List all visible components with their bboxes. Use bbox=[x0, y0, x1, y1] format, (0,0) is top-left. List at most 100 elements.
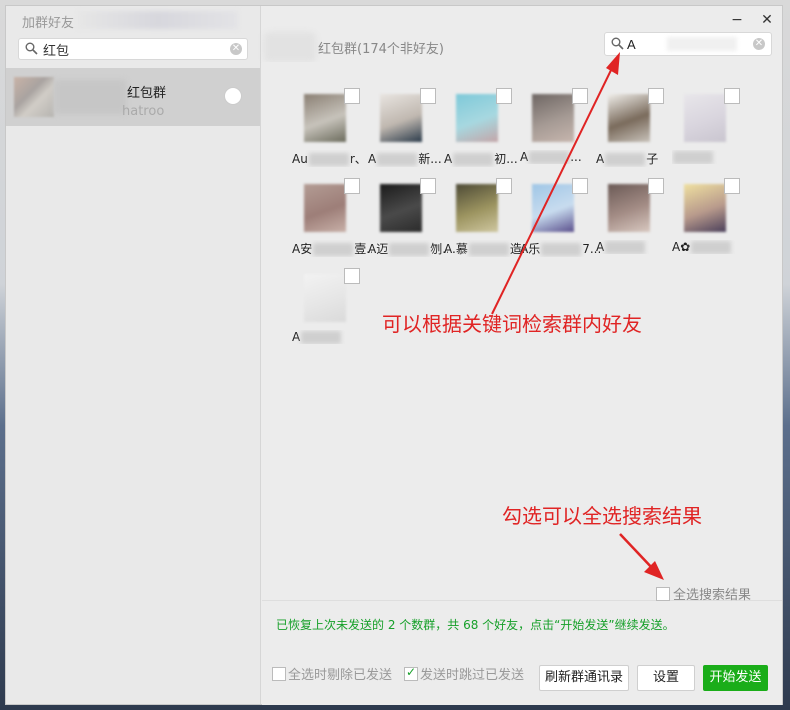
remove-sent-checkbox[interactable] bbox=[272, 667, 286, 681]
member-checkbox[interactable] bbox=[724, 178, 740, 194]
blurred-name bbox=[389, 243, 430, 256]
member-checkbox[interactable] bbox=[344, 88, 360, 104]
member-name-prefix: A bbox=[292, 330, 301, 344]
member-checkbox[interactable] bbox=[724, 88, 740, 104]
member-name: A bbox=[596, 240, 676, 254]
member-name: A安壹... bbox=[292, 240, 372, 257]
member-search-box[interactable]: ✕ bbox=[604, 32, 772, 56]
group-avatar bbox=[14, 77, 54, 117]
clear-search-icon[interactable]: ✕ bbox=[753, 38, 765, 50]
remove-sent-label: 全选时剔除已发送 bbox=[288, 668, 393, 683]
group-name: 红包群 bbox=[127, 86, 167, 101]
member-name: Au r、 bbox=[292, 150, 372, 167]
member-name-prefix: A bbox=[596, 240, 605, 254]
start-send-button[interactable]: 开始发送 bbox=[703, 665, 768, 691]
group-list-panel: 加群好友 ✕ 红包群 hatroo bbox=[6, 6, 261, 704]
member-name-prefix: A乐 bbox=[520, 242, 541, 256]
member-item[interactable] bbox=[672, 88, 748, 170]
member-name-prefix: A迈 bbox=[368, 242, 389, 256]
member-checkbox[interactable] bbox=[496, 178, 512, 194]
member-checkbox[interactable] bbox=[572, 88, 588, 104]
member-avatar bbox=[684, 184, 726, 232]
group-select-radio[interactable] bbox=[224, 87, 242, 105]
member-avatar bbox=[532, 184, 574, 232]
minimize-button[interactable]: − bbox=[728, 13, 746, 28]
member-checkbox[interactable] bbox=[420, 88, 436, 104]
member-name: A 新... bbox=[368, 150, 448, 167]
member-item[interactable]: A乐 7... bbox=[520, 178, 600, 260]
remove-sent-option[interactable]: 全选时剔除已发送 bbox=[272, 664, 392, 683]
blurred-name bbox=[377, 153, 418, 166]
member-name bbox=[672, 150, 752, 164]
member-name-prefix: A bbox=[520, 150, 529, 164]
status-message: 已恢复上次未发送的 2 个数群，共 68 个好友，点击“开始发送”继续发送。 bbox=[276, 618, 675, 632]
blurred-name bbox=[673, 151, 713, 164]
member-name: A迈刎... bbox=[368, 240, 448, 257]
settings-button[interactable]: 设置 bbox=[637, 665, 695, 691]
member-checkbox[interactable] bbox=[420, 178, 436, 194]
select-all-results[interactable]: 全选搜索结果 bbox=[656, 584, 751, 603]
member-item[interactable]: A✿ bbox=[672, 178, 748, 260]
member-checkbox[interactable] bbox=[344, 268, 360, 284]
refresh-contacts-button[interactable]: 刷新群通讯录 bbox=[539, 665, 629, 691]
member-name-prefix: Au bbox=[292, 152, 308, 166]
member-avatar bbox=[456, 94, 498, 142]
blurred-name bbox=[301, 331, 342, 344]
group-search-box[interactable]: ✕ bbox=[18, 38, 248, 60]
member-name-prefix: A bbox=[444, 152, 453, 166]
member-item[interactable]: A 初... bbox=[444, 88, 520, 170]
blurred-name bbox=[691, 241, 732, 254]
member-item[interactable]: A 新... bbox=[368, 88, 444, 170]
blurred-name bbox=[605, 153, 646, 166]
member-name-suffix: 初... bbox=[494, 152, 518, 166]
member-avatar bbox=[608, 94, 650, 142]
member-avatar bbox=[608, 184, 650, 232]
close-button[interactable]: ✕ bbox=[758, 13, 776, 28]
member-item[interactable]: A... bbox=[520, 88, 596, 170]
member-name: A✿ bbox=[672, 240, 752, 254]
member-name: A.慕造... bbox=[444, 240, 524, 257]
member-item[interactable]: Au r、 bbox=[292, 88, 368, 170]
member-avatar bbox=[532, 94, 574, 142]
clear-search-icon[interactable]: ✕ bbox=[230, 43, 242, 55]
member-checkbox[interactable] bbox=[344, 178, 360, 194]
skip-sent-option[interactable]: 发送时跳过已发送 bbox=[404, 664, 524, 683]
member-avatar bbox=[304, 94, 346, 142]
member-item[interactable]: A.慕造... bbox=[444, 178, 524, 260]
blurred-region bbox=[667, 37, 737, 51]
group-subtitle: hatroo bbox=[122, 104, 165, 119]
blurred-name bbox=[453, 153, 494, 166]
member-name: A... bbox=[520, 150, 600, 164]
member-name-prefix: A bbox=[368, 152, 377, 166]
search-icon bbox=[611, 37, 624, 50]
group-list-item[interactable]: 红包群 hatroo bbox=[6, 68, 260, 126]
member-name: A 初... bbox=[444, 150, 524, 167]
group-search-input[interactable] bbox=[43, 41, 223, 57]
member-item[interactable]: A bbox=[292, 268, 368, 350]
member-name-suffix: 新... bbox=[418, 152, 442, 166]
member-checkbox[interactable] bbox=[496, 88, 512, 104]
member-item[interactable]: A迈刎... bbox=[368, 178, 448, 260]
member-name-suffix: r、 bbox=[349, 152, 367, 166]
member-checkbox[interactable] bbox=[648, 178, 664, 194]
select-hint-annotation: 勾选可以全选搜索结果 bbox=[502, 504, 702, 528]
skip-sent-checkbox[interactable] bbox=[404, 665, 418, 681]
search-hint-annotation: 可以根据关键词检索群内好友 bbox=[382, 312, 642, 336]
member-name-prefix: A.慕 bbox=[444, 242, 468, 256]
member-name-suffix: 子 bbox=[646, 152, 659, 166]
member-checkbox[interactable] bbox=[648, 88, 664, 104]
member-name-prefix: A安 bbox=[292, 242, 313, 256]
member-item[interactable]: A bbox=[596, 178, 672, 260]
member-checkbox[interactable] bbox=[572, 178, 588, 194]
select-all-checkbox[interactable] bbox=[656, 587, 670, 601]
blurred-region bbox=[54, 80, 126, 114]
member-avatar bbox=[304, 274, 346, 322]
member-item[interactable]: A子 bbox=[596, 88, 672, 170]
skip-sent-label: 发送时跳过已发送 bbox=[420, 668, 525, 683]
member-name-prefix: A bbox=[596, 152, 605, 166]
member-avatar bbox=[304, 184, 346, 232]
member-name: A乐 7... bbox=[520, 240, 600, 257]
member-item[interactable]: A安壹... bbox=[292, 178, 372, 260]
member-avatar bbox=[456, 184, 498, 232]
blurred-title-extra bbox=[78, 11, 238, 29]
